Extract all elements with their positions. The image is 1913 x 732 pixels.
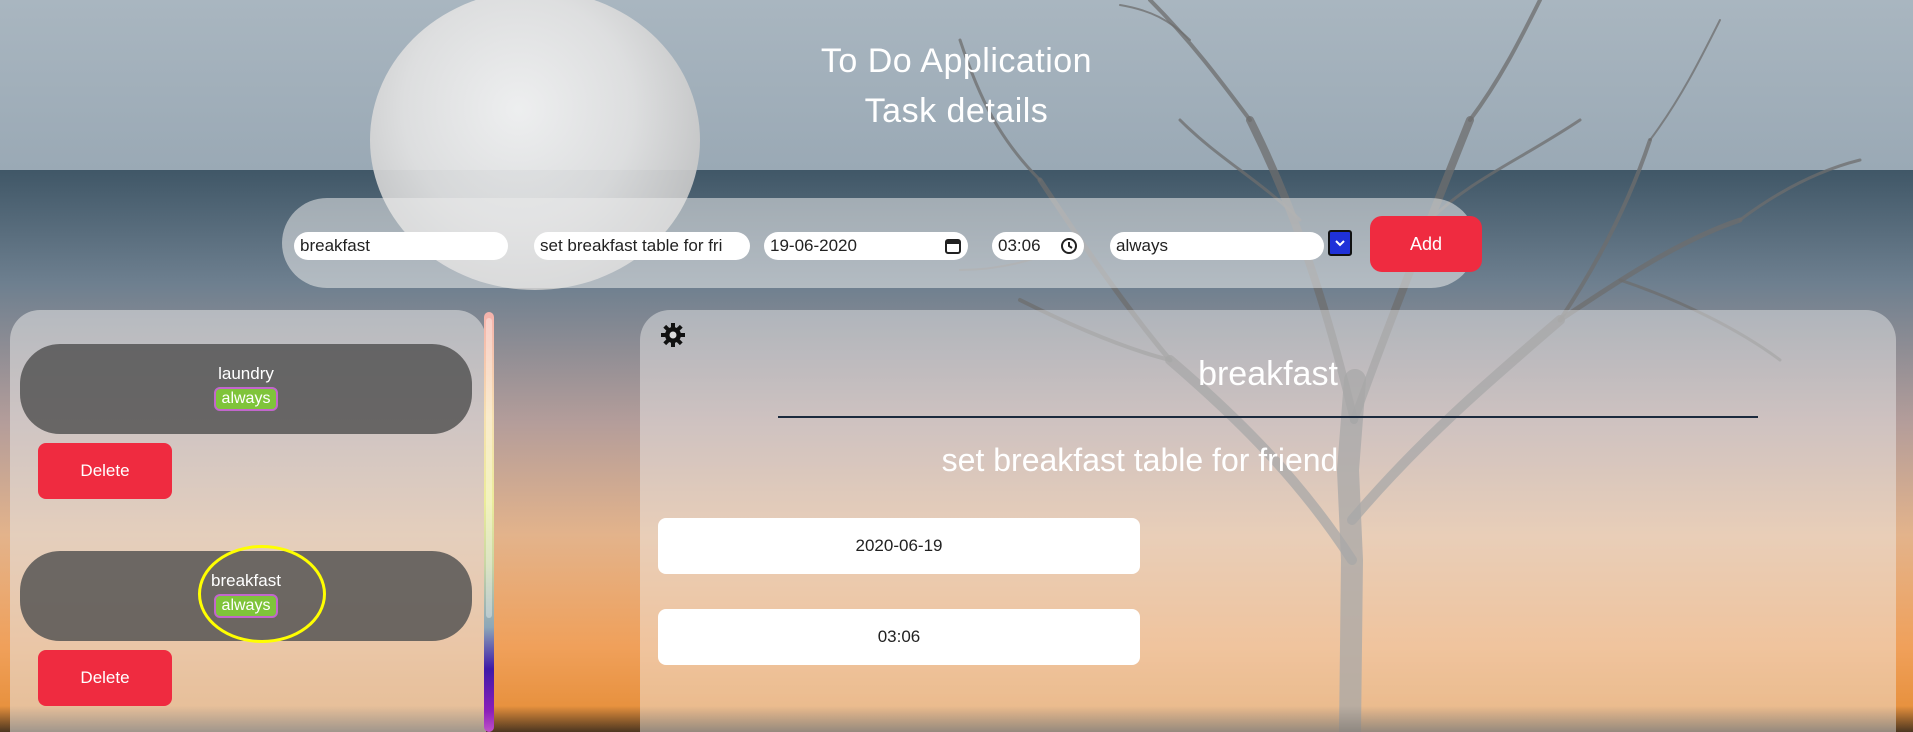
detail-task-title: breakfast [1198,355,1338,393]
delete-button-breakfast[interactable]: Delete [38,650,172,706]
app-title: To Do Application [820,42,1093,80]
calendar-icon[interactable] [944,237,962,255]
chevron-down-icon [1335,240,1345,247]
gear-icon[interactable] [660,322,686,348]
detail-date-box: 2020-06-19 [658,518,1140,574]
frequency-badge: always [213,387,279,411]
list-scrollbar-thumb[interactable] [486,318,492,618]
task-description-input[interactable]: set breakfast table for fri [534,232,750,260]
clock-icon[interactable] [1060,237,1078,255]
detail-time: 03:06 [877,627,921,646]
delete-button-laundry[interactable]: Delete [38,443,172,499]
task-frequency-select[interactable]: always [1110,232,1324,260]
add-task-button[interactable]: Add [1370,216,1482,272]
detail-divider [778,416,1758,418]
selection-highlight-circle [198,545,326,643]
frequency-dropdown-button[interactable] [1328,230,1352,256]
task-time-input[interactable]: 03:06 [992,232,1084,260]
detail-date: 2020-06-19 [855,536,943,555]
task-name-input[interactable]: breakfast [294,232,508,260]
task-date-input[interactable]: 19-06-2020 [764,232,968,260]
app-header: To Do Application Task details [0,36,1913,136]
detail-task-description: set breakfast table for friend [941,442,1339,478]
detail-time-box: 03:06 [658,609,1140,665]
page-subtitle: Task details [864,92,1049,130]
task-card-laundry[interactable]: laundry always [20,344,472,434]
task-title: laundry [218,364,274,383]
